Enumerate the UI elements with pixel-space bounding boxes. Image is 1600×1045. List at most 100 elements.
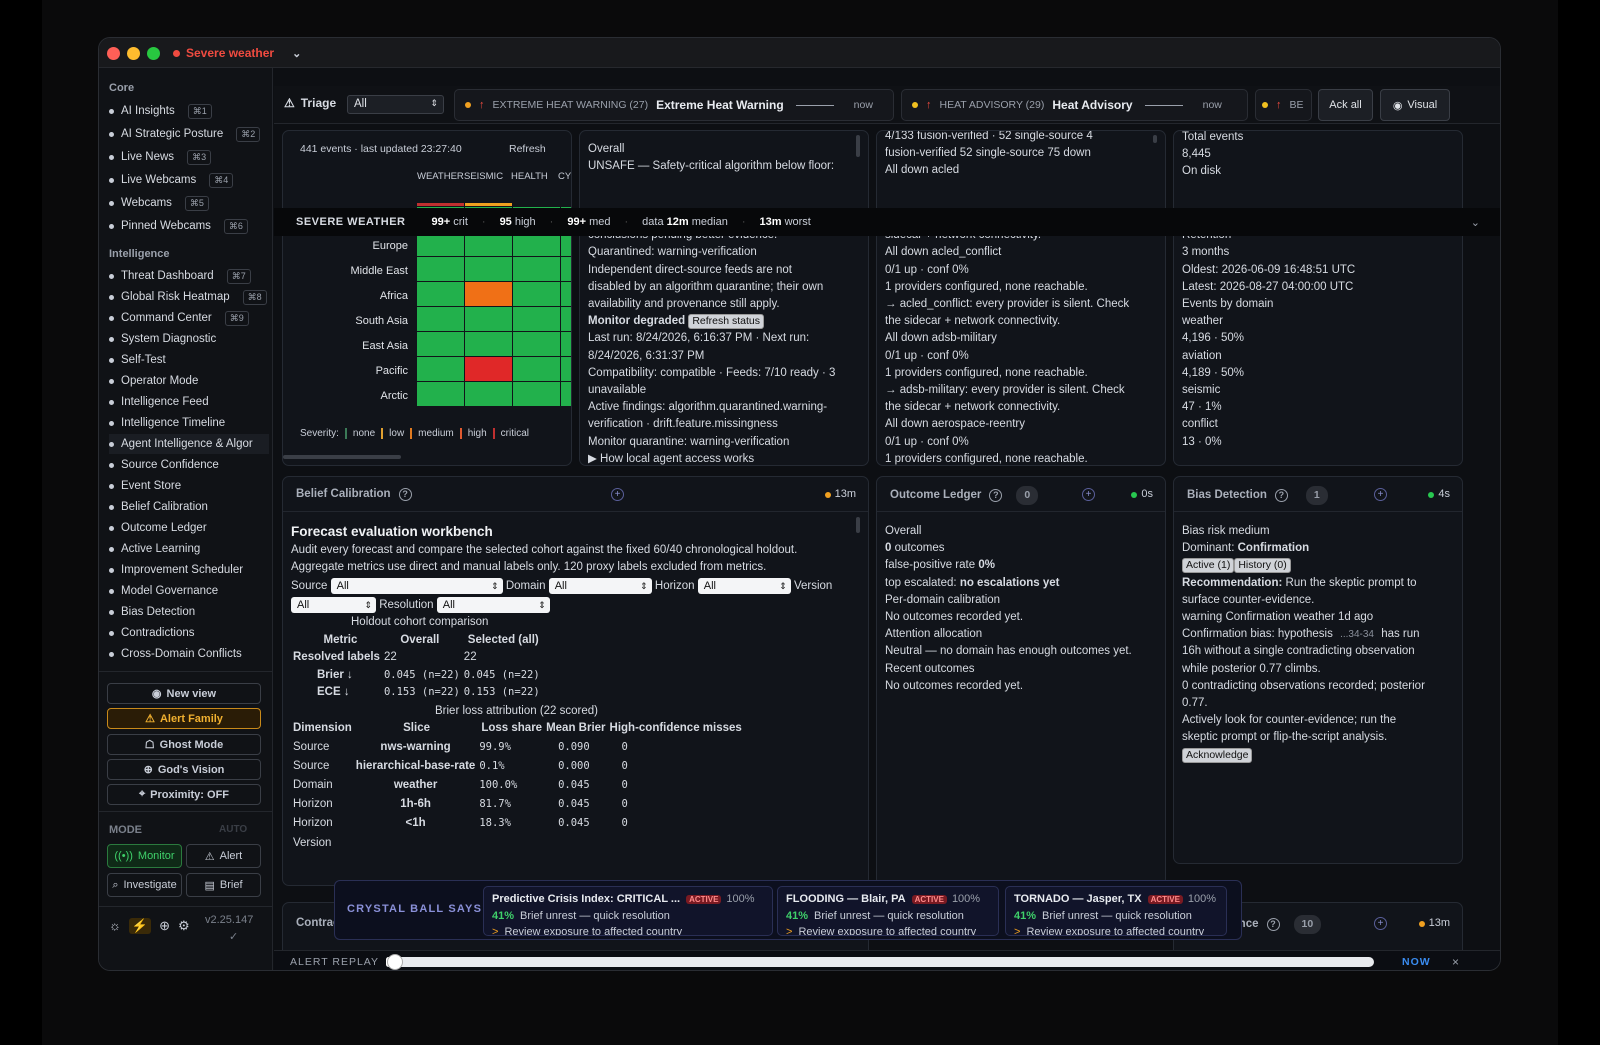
close-icon[interactable]: × [1452,955,1460,969]
add-icon[interactable]: + [1082,488,1095,501]
sidebar-item-agent-intelligence-algor[interactable]: Agent Intelligence & Algor [109,434,269,454]
sidebar-item-active-learning[interactable]: Active Learning [109,539,269,559]
ghost-mode-button[interactable]: ☖ Ghost Mode [107,734,261,755]
investigate-mode-button[interactable]: ⌕ Investigate [107,873,182,897]
sidebar-item-command-center[interactable]: Command Center ⌘9 [109,308,269,328]
sidebar-item-event-store[interactable]: Event Store [109,476,269,496]
prediction-card[interactable]: FLOODING — Blair, PA ACTIVE 100% 41% Brief u… [777,886,999,936]
heatmap-cell[interactable] [465,282,512,306]
add-icon[interactable]: + [611,488,624,501]
sidebar-item-pinned-webcams[interactable]: Pinned Webcams ⌘6 [109,216,269,236]
alert-mode-button[interactable]: ⚠ Alert [186,844,261,868]
sidebar-item-live-webcams[interactable]: Live Webcams ⌘4 [109,170,269,190]
sidebar-item-intelligence-feed[interactable]: Intelligence Feed [109,392,269,412]
sidebar-item-ai-insights[interactable]: AI Insights ⌘1 [109,101,269,121]
alert-pill-truncated[interactable]: ↑ BE [1255,89,1312,121]
sidebar-item-operator-mode[interactable]: Operator Mode [109,371,269,391]
source-filter-select[interactable]: All [330,577,503,594]
sidebar-item-webcams[interactable]: Webcams ⌘5 [109,193,269,213]
window-title[interactable]: Severe weather ⌄ [173,46,301,60]
close-window-button[interactable] [107,47,120,60]
heatmap-cell[interactable] [417,307,464,331]
sidebar-item-source-confidence[interactable]: Source Confidence [109,455,269,475]
prediction-card[interactable]: TORNADO — Jasper, TX ACTIVE 100% 41% Brief u… [1005,886,1227,936]
sidebar-item-cross-domain-conflicts[interactable]: Cross-Domain Conflicts [109,644,269,664]
triage-select[interactable]: All ⇕ [347,95,444,114]
zoom-window-button[interactable] [147,47,160,60]
sidebar-item-contradictions[interactable]: Contradictions [109,623,269,643]
alert-pill-extreme-heat[interactable]: ↑ EXTREME HEAT WARNING (27) Extreme Heat… [454,89,894,121]
auto-mode-toggle[interactable]: AUTO [219,824,247,835]
tab-active[interactable]: Active (1) [1182,558,1235,574]
vertical-scrollbar[interactable] [856,517,860,533]
sidebar-item-model-governance[interactable]: Model Governance [109,581,269,601]
replay-scrubber[interactable] [386,954,403,970]
add-icon[interactable]: + [1374,488,1387,501]
sidebar-item-system-diagnostic[interactable]: System Diagnostic [109,329,269,349]
visual-button[interactable]: ◉ Visual [1380,89,1450,121]
help-icon[interactable]: ? [989,489,1003,503]
new-view-button[interactable]: ◉ New view [107,683,261,704]
sidebar-item-belief-calibration[interactable]: Belief Calibration [109,497,269,517]
alert-family-button[interactable]: ⚠ Alert Family [107,708,261,729]
severe-weather-summary-bar[interactable]: SEVERE WEATHER 99+ crit · 95 high · 99+ … [274,208,1500,236]
tab-history[interactable]: History (0) [1234,558,1291,574]
resolution-filter-select[interactable]: All [436,596,550,613]
heatmap-cell[interactable] [465,332,512,356]
heatmap-cell[interactable] [513,282,560,306]
heatmap-cell[interactable] [513,332,560,356]
chevron-down-icon[interactable]: ⌄ [1471,216,1480,229]
heatmap-cell[interactable] [417,282,464,306]
minimize-window-button[interactable] [127,47,140,60]
heatmap-cell[interactable] [465,257,512,281]
heatmap-refresh-button[interactable]: Refresh [509,141,546,158]
heatmap-cell[interactable] [513,307,560,331]
monitor-mode-button[interactable]: ((•)) Monitor [107,844,182,868]
replay-track[interactable] [386,954,1374,970]
horizon-filter-select[interactable]: All [697,577,791,594]
globe-icon[interactable]: ⊕ [159,918,170,934]
sidebar-item-improvement-scheduler[interactable]: Improvement Scheduler [109,560,269,580]
heatmap-cell[interactable] [417,357,464,381]
vertical-scrollbar[interactable] [856,135,860,157]
refresh-status-button[interactable]: Refresh status [688,314,765,330]
acknowledge-button[interactable]: Acknowledge [1182,747,1253,763]
gear-icon[interactable]: ⚙ [178,918,190,934]
heatmap-cell[interactable] [561,382,571,406]
prediction-card[interactable]: Predictive Crisis Index: CRITICAL ... ACT… [483,886,773,936]
proximity-button[interactable]: ⌖ Proximity: OFF [107,784,261,805]
lightning-icon[interactable]: ⚡ [128,918,152,934]
heatmap-cell[interactable] [513,357,560,381]
horizontal-scrollbar[interactable] [283,455,401,459]
add-icon[interactable]: + [1374,917,1387,930]
agent-text-line[interactable]: ▶ How local agent access works [588,451,864,465]
sidebar-item-intelligence-timeline[interactable]: Intelligence Timeline [109,413,269,433]
ack-all-button[interactable]: Ack all [1318,89,1373,121]
help-icon[interactable]: ? [1274,489,1288,503]
gods-vision-button[interactable]: ⊕ God's Vision [107,759,261,780]
sidebar-item-bias-detection[interactable]: Bias Detection [109,602,269,622]
heatmap-cell[interactable] [561,282,571,306]
chevron-down-icon[interactable]: ⌄ [292,47,301,60]
heatmap-cell[interactable] [561,332,571,356]
heatmap-cell[interactable] [513,257,560,281]
help-icon[interactable]: ? [398,488,412,502]
vertical-scrollbar[interactable] [1153,135,1157,143]
heatmap-cell[interactable] [465,357,512,381]
heatmap-cell[interactable] [561,307,571,331]
help-icon[interactable]: ? [1266,918,1280,932]
version-filter-select[interactable]: All [291,596,376,613]
sidebar-item-threat-dashboard[interactable]: Threat Dashboard ⌘7 [109,266,269,286]
heatmap-cell[interactable] [417,257,464,281]
sidebar-item-outcome-ledger[interactable]: Outcome Ledger [109,518,269,538]
replay-now-button[interactable]: NOW [1402,956,1431,968]
sidebar-item-ai-strategic-posture[interactable]: AI Strategic Posture ⌘2 [109,124,269,144]
heatmap-cell[interactable] [513,382,560,406]
heatmap-cell[interactable] [561,357,571,381]
heatmap-cell[interactable] [561,257,571,281]
heatmap-cell[interactable] [465,307,512,331]
sidebar-item-live-news[interactable]: Live News ⌘3 [109,147,269,167]
alert-pill-heat-advisory[interactable]: ↑ HEAT ADVISORY (29) Heat Advisory now [901,89,1248,121]
sidebar-item-global-risk-heatmap[interactable]: Global Risk Heatmap ⌘8 [109,287,269,307]
heatmap-cell[interactable] [417,382,464,406]
